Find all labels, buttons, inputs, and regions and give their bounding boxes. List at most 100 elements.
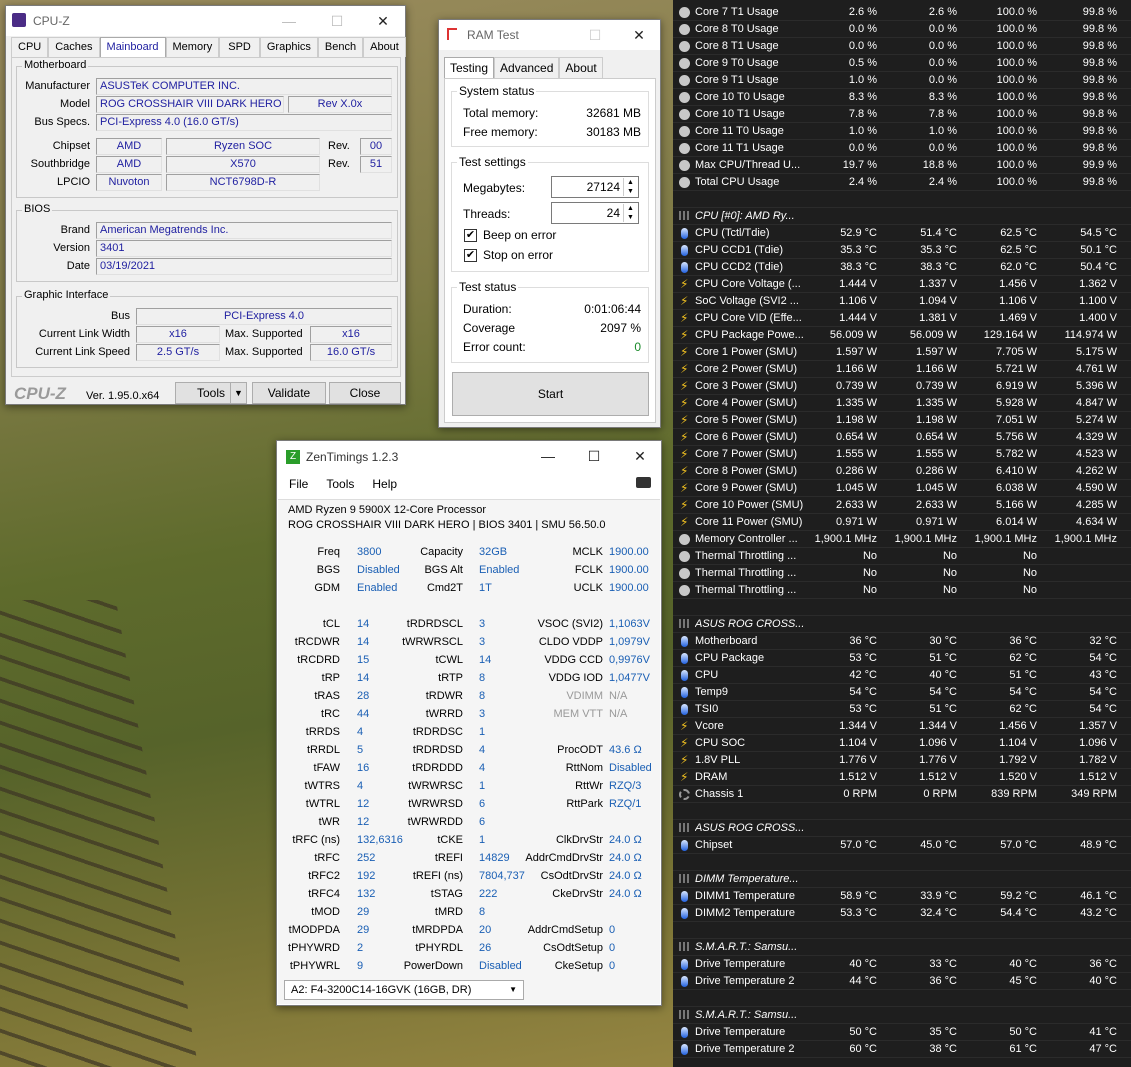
sensor-row[interactable]: Core 11 T0 Usage 1.0 % 1.0 % 100.0 % 99.8 %: [673, 123, 1131, 140]
sensor-row[interactable]: Core 11 T1 Usage 0.0 % 0.0 % 100.0 % 99.8 %: [673, 140, 1131, 157]
sensor-row[interactable]: ⚡ DRAM 1.512 V 1.512 V 1.520 V 1.512 V: [673, 769, 1131, 786]
sensor-group-header[interactable]: ASUS ROG CROSS...: [673, 820, 1131, 837]
beep-checkbox[interactable]: ✔: [464, 229, 477, 242]
sensor-row[interactable]: ⚡ Core 9 Power (SMU) 1.045 W 1.045 W 6.038 W…: [673, 480, 1131, 497]
maximize-button[interactable]: ☐: [314, 6, 360, 36]
minimize-button[interactable]: —: [266, 6, 312, 36]
tab-bench[interactable]: Bench: [317, 37, 364, 57]
sensor-row[interactable]: Total CPU Usage 2.4 % 2.4 % 100.0 % 99.8 %: [673, 174, 1131, 191]
sensor-row[interactable]: [673, 922, 1131, 939]
sensor-row[interactable]: CPU (Tctl/Tdie) 52.9 °C 51.4 °C 62.5 °C 54.5…: [673, 225, 1131, 242]
stop-checkbox[interactable]: ✔: [464, 249, 477, 262]
sensor-group-header[interactable]: ASUS ROG CROSS...: [673, 616, 1131, 633]
sensor-row[interactable]: DIMM1 Temperature 58.9 °C 33.9 °C 59.2 °C 46…: [673, 888, 1131, 905]
sensor-value: 54 °C: [929, 686, 957, 698]
sensor-row[interactable]: Memory Controller ... 1,900.1 MHz 1,900.1 …: [673, 531, 1131, 548]
sensor-row[interactable]: CPU Package 53 °C 51 °C 62 °C 54 °C: [673, 650, 1131, 667]
sensor-row[interactable]: Temp9 54 °C 54 °C 54 °C 54 °C: [673, 684, 1131, 701]
tab-about[interactable]: About: [559, 57, 603, 78]
sensor-row[interactable]: ⚡ Core 7 Power (SMU) 1.555 W 1.555 W 5.782 W…: [673, 446, 1131, 463]
sensor-row[interactable]: ⚡ CPU Core VID (Effe... 1.444 V 1.381 V 1.46…: [673, 310, 1131, 327]
sensor-row[interactable]: ⚡ Core 5 Power (SMU) 1.198 W 1.198 W 7.051 W…: [673, 412, 1131, 429]
sensor-row[interactable]: ⚡ Core 3 Power (SMU) 0.739 W 0.739 W 6.919 W…: [673, 378, 1131, 395]
sensor-row[interactable]: ⚡ SoC Voltage (SVI2 ... 1.106 V 1.094 V 1.10…: [673, 293, 1131, 310]
maximize-button[interactable]: ☐: [572, 20, 618, 50]
sensor-row[interactable]: Chipset 57.0 °C 45.0 °C 57.0 °C 48.9 °C: [673, 837, 1131, 854]
close-button[interactable]: ✕: [617, 441, 663, 471]
sensor-group-header[interactable]: S.M.A.R.T.: Samsu...: [673, 1007, 1131, 1024]
tab-graphics[interactable]: Graphics: [259, 37, 318, 57]
megabytes-input[interactable]: 27124 ▲ ▼: [551, 176, 639, 198]
minimize-button[interactable]: —: [525, 441, 571, 471]
tab-testing[interactable]: Testing: [444, 57, 495, 78]
sensor-row[interactable]: [673, 599, 1131, 616]
sensor-row[interactable]: Drive Temperature 2 60 °C 38 °C 61 °C 47 °C: [673, 1041, 1131, 1058]
sensor-row[interactable]: [673, 990, 1131, 1007]
sensor-group-header[interactable]: DIMM Temperature...: [673, 871, 1131, 888]
sensor-row[interactable]: ⚡ 1.8V PLL 1.776 V 1.776 V 1.792 V 1.782 V: [673, 752, 1131, 769]
tab-spd[interactable]: SPD: [219, 37, 260, 57]
sensor-row[interactable]: CPU CCD2 (Tdie) 38.3 °C 38.3 °C 62.0 °C 50.4…: [673, 259, 1131, 276]
maximize-button[interactable]: ☐: [571, 441, 617, 471]
sensor-row[interactable]: Core 7 T1 Usage 2.6 % 2.6 % 100.0 % 99.8 %: [673, 4, 1131, 21]
sensor-row[interactable]: Core 8 T0 Usage 0.0 % 0.0 % 100.0 % 99.8 %: [673, 21, 1131, 38]
tab-memory[interactable]: Memory: [165, 37, 220, 57]
tab-advanced[interactable]: Advanced: [494, 57, 560, 78]
sensor-row[interactable]: [673, 191, 1131, 208]
sensor-row[interactable]: Motherboard 36 °C 30 °C 36 °C 32 °C: [673, 633, 1131, 650]
sensor-row[interactable]: Core 8 T1 Usage 0.0 % 0.0 % 100.0 % 99.8 %: [673, 38, 1131, 55]
sensor-row[interactable]: Drive Temperature 40 °C 33 °C 40 °C 36 °C: [673, 956, 1131, 973]
tab-about[interactable]: About: [363, 37, 406, 57]
sensor-row[interactable]: ⚡ Core 1 Power (SMU) 1.597 W 1.597 W 7.705 W…: [673, 344, 1131, 361]
sensor-row[interactable]: ⚡ Core 11 Power (SMU) 0.971 W 0.971 W 6.014 …: [673, 514, 1131, 531]
sensor-row[interactable]: ⚡ Core 6 Power (SMU) 0.654 W 0.654 W 5.756 W…: [673, 429, 1131, 446]
sensor-row[interactable]: ⚡ CPU Core Voltage (... 1.444 V 1.337 V 1.45…: [673, 276, 1131, 293]
sensor-row[interactable]: ⚡ CPU Package Powe... 56.009 W 56.009 W 129.…: [673, 327, 1131, 344]
menu-file[interactable]: File: [289, 477, 308, 491]
validate-button[interactable]: Validate: [252, 382, 326, 404]
sensor-group-header[interactable]: CPU [#0]: AMD Ry...: [673, 208, 1131, 225]
sensor-row[interactable]: Max CPU/Thread U... 19.7 % 18.8 % 100.0 % 99…: [673, 157, 1131, 174]
close-button[interactable]: ✕: [616, 20, 662, 50]
sensor-row[interactable]: CPU 42 °C 40 °C 51 °C 43 °C: [673, 667, 1131, 684]
sensor-row[interactable]: ⚡ Vcore 1.344 V 1.344 V 1.456 V 1.357 V: [673, 718, 1131, 735]
sensor-row[interactable]: Thermal Throttling ... No No No: [673, 582, 1131, 599]
menu-tools[interactable]: Tools: [326, 477, 354, 491]
cpuz-close-button[interactable]: Close: [329, 382, 401, 404]
threads-input[interactable]: 24 ▲ ▼: [551, 202, 639, 224]
sensor-row[interactable]: Thermal Throttling ... No No No: [673, 548, 1131, 565]
sensor-row[interactable]: DIMM2 Temperature 53.3 °C 32.4 °C 54.4 °C 43…: [673, 905, 1131, 922]
sensor-row[interactable]: ⚡ Core 8 Power (SMU) 0.286 W 0.286 W 6.410 W…: [673, 463, 1131, 480]
sensor-row[interactable]: Core 10 T1 Usage 7.8 % 7.8 % 100.0 % 99.8 %: [673, 106, 1131, 123]
close-button[interactable]: ✕: [360, 6, 406, 36]
tab-cpu[interactable]: CPU: [11, 37, 49, 57]
spinner-arrows-icon[interactable]: ▲ ▼: [623, 178, 637, 196]
sensor-row[interactable]: Chassis 1 0 RPM 0 RPM 839 RPM 349 RPM: [673, 786, 1131, 803]
spinner-arrows-icon[interactable]: ▲ ▼: [623, 204, 637, 222]
sensor-row[interactable]: ⚡ Core 4 Power (SMU) 1.335 W 1.335 W 5.928 W…: [673, 395, 1131, 412]
sensor-row[interactable]: Drive Temperature 2 44 °C 36 °C 45 °C 40 °C: [673, 973, 1131, 990]
sensor-row[interactable]: Drive Temperature 50 °C 35 °C 50 °C 41 °C: [673, 1024, 1131, 1041]
sensor-row[interactable]: [673, 854, 1131, 871]
sensor-value: 1.512 V: [919, 771, 957, 783]
sensor-row[interactable]: ⚡ CPU SOC 1.104 V 1.096 V 1.104 V 1.096 V: [673, 735, 1131, 752]
dimm-select[interactable]: A2: F4-3200C14-16GVK (16GB, DR) ▼: [284, 980, 524, 1000]
sensor-row[interactable]: TSI0 53 °C 51 °C 62 °C 54 °C: [673, 701, 1131, 718]
start-button[interactable]: Start: [452, 372, 649, 416]
menu-help[interactable]: Help: [372, 477, 397, 491]
sensor-group-header[interactable]: S.M.A.R.T.: Samsu...: [673, 939, 1131, 956]
sensor-row[interactable]: ⚡ Core 2 Power (SMU) 1.166 W 1.166 W 5.721 W…: [673, 361, 1131, 378]
sensor-row[interactable]: Core 9 T1 Usage 1.0 % 0.0 % 100.0 % 99.8 %: [673, 72, 1131, 89]
tools-button[interactable]: Tools ▼: [175, 382, 247, 404]
sensor-row[interactable]: Core 10 T0 Usage 8.3 % 8.3 % 100.0 % 99.8 %: [673, 89, 1131, 106]
tab-mainboard[interactable]: Mainboard: [99, 37, 166, 57]
sensor-row[interactable]: Thermal Throttling ... No No No: [673, 565, 1131, 582]
timing-value: Disabled: [609, 762, 652, 774]
sensor-row[interactable]: ⚡ Core 10 Power (SMU) 2.633 W 2.633 W 5.166 …: [673, 497, 1131, 514]
tab-caches[interactable]: Caches: [48, 37, 100, 57]
camera-icon[interactable]: [636, 477, 651, 488]
sensor-name: Chassis 1: [695, 788, 744, 800]
sensor-row[interactable]: [673, 803, 1131, 820]
sensor-row[interactable]: CPU CCD1 (Tdie) 35.3 °C 35.3 °C 62.5 °C 50.1…: [673, 242, 1131, 259]
sensor-row[interactable]: Core 9 T0 Usage 0.5 % 0.0 % 100.0 % 99.8 %: [673, 55, 1131, 72]
